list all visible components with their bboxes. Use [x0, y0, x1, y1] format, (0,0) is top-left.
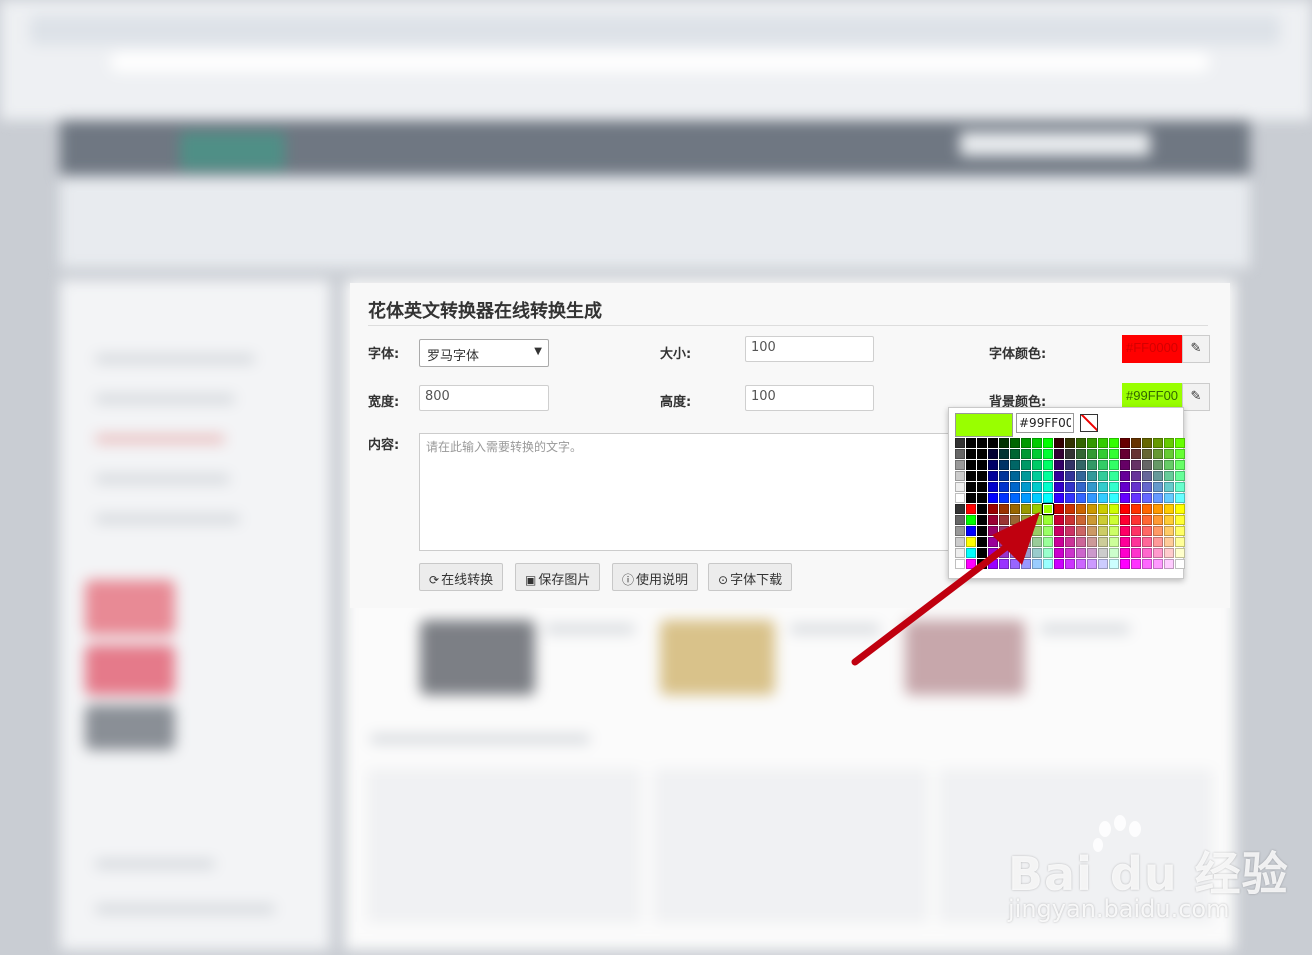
arrow-shaft	[851, 544, 1009, 666]
annotation-arrow	[851, 512, 1040, 666]
watermark-url: jingyan.baidu.com	[1008, 895, 1230, 923]
arrow-head	[992, 512, 1040, 565]
